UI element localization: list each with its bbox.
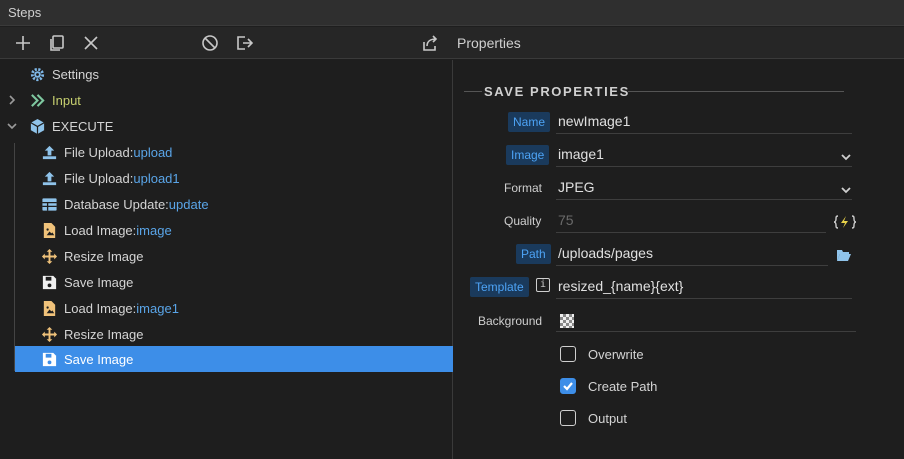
chevron-down-icon: [841, 187, 851, 194]
background-label: Background: [478, 314, 543, 328]
tree-item-file-upload-upload1[interactable]: File Upload: upload1: [40, 167, 180, 189]
create-path-label: Create Path: [588, 378, 658, 394]
background-color-input[interactable]: [556, 308, 856, 332]
window-titlebar: Steps: [0, 0, 904, 26]
tree-item-load-image-image[interactable]: Load Image: image: [40, 219, 172, 241]
output-checkbox[interactable]: [560, 410, 576, 426]
tree-item-resize-image[interactable]: Resize Image: [40, 245, 143, 267]
toolbar: Properties: [0, 27, 904, 59]
copy-step-button[interactable]: [47, 33, 67, 53]
tree-item-database-update[interactable]: Database Update: update: [40, 193, 209, 215]
copy-icon: [50, 35, 64, 51]
format-label: Format: [504, 181, 543, 195]
create-path-checkbox[interactable]: [560, 378, 576, 394]
template-label: Template: [470, 277, 529, 297]
image-select[interactable]: image1: [556, 143, 852, 167]
tree-item-save-image-selected[interactable]: Save Image: [15, 346, 453, 372]
tree-guide-line: [14, 143, 15, 371]
browse-folder-button[interactable]: [835, 246, 853, 264]
properties-panel: SAVE PROPERTIES Name newImage1 Image ima…: [454, 60, 904, 459]
tree-item-settings[interactable]: Settings: [28, 63, 99, 85]
add-step-button[interactable]: [13, 33, 33, 53]
path-input[interactable]: /uploads/pages: [556, 242, 828, 266]
properties-panel-title: Properties: [457, 35, 521, 51]
export-icon: [237, 36, 253, 50]
tree-item-resize-image-2[interactable]: Resize Image: [40, 323, 143, 345]
transparent-swatch-icon[interactable]: [560, 314, 574, 328]
name-input[interactable]: newImage1: [556, 110, 852, 134]
lightning-icon: [834, 215, 856, 229]
overwrite-checkbox-row[interactable]: Overwrite: [560, 344, 644, 364]
format-dropdown-chevron[interactable]: [837, 181, 855, 199]
plus-icon: [16, 36, 30, 50]
gear-icon: [28, 65, 46, 83]
overwrite-checkbox[interactable]: [560, 346, 576, 362]
floppy-disk-icon: [40, 273, 58, 291]
share-button[interactable]: [420, 33, 440, 53]
chevron-down-icon: [841, 154, 851, 161]
tree-item-save-image[interactable]: Save Image: [40, 271, 133, 293]
double-chevron-right-icon: [28, 91, 46, 109]
upload-icon: [40, 143, 58, 161]
close-icon: [84, 36, 98, 50]
expand-input-chevron[interactable]: [6, 94, 18, 106]
image-dropdown-chevron[interactable]: [837, 148, 855, 166]
create-path-checkbox-row[interactable]: Create Path: [560, 376, 657, 396]
export-step-button[interactable]: [234, 33, 254, 53]
tree-item-load-image-image1[interactable]: Load Image: image1: [40, 297, 179, 319]
section-divider-right: [628, 91, 844, 92]
info-icon[interactable]: i: [536, 278, 550, 292]
image-file-icon: [40, 221, 58, 239]
upload-icon: [40, 169, 58, 187]
checkmark-icon: [563, 382, 573, 391]
output-checkbox-row[interactable]: Output: [560, 408, 627, 428]
format-select[interactable]: JPEG: [556, 176, 852, 200]
window-title: Steps: [8, 5, 42, 20]
template-input[interactable]: resized_{name}{ext}: [556, 275, 852, 299]
move-arrows-icon: [40, 247, 58, 265]
chevron-down-icon: [7, 123, 17, 130]
tree-item-input[interactable]: Input: [28, 89, 81, 111]
path-label: Path: [516, 244, 551, 264]
tree-item-file-upload-upload[interactable]: File Upload: upload: [40, 141, 172, 163]
section-title: SAVE PROPERTIES: [484, 84, 630, 99]
chevron-right-icon: [9, 95, 16, 105]
cube-icon: [28, 117, 46, 135]
floppy-disk-icon: [40, 350, 58, 368]
overwrite-label: Overwrite: [588, 346, 644, 362]
name-label: Name: [508, 112, 551, 132]
move-arrows-icon: [40, 325, 58, 343]
ban-icon: [202, 35, 218, 51]
quality-label: Quality: [504, 214, 542, 228]
table-icon: [40, 195, 58, 213]
image-file-icon: [40, 299, 58, 317]
disable-step-button[interactable]: [200, 33, 220, 53]
collapse-execute-chevron[interactable]: [6, 120, 18, 132]
tree-item-execute[interactable]: EXECUTE: [28, 115, 113, 137]
output-label: Output: [588, 410, 628, 426]
quality-input[interactable]: 75: [556, 209, 826, 233]
share-icon: [423, 35, 438, 51]
folder-open-icon: [837, 250, 851, 261]
steps-tree-panel: Settings Input EXECUTE File Upload: uplo…: [0, 60, 453, 459]
section-divider-left: [464, 91, 482, 92]
image-label: Image: [506, 145, 550, 165]
delete-step-button[interactable]: [81, 33, 101, 53]
dynamic-data-button[interactable]: [834, 213, 856, 231]
